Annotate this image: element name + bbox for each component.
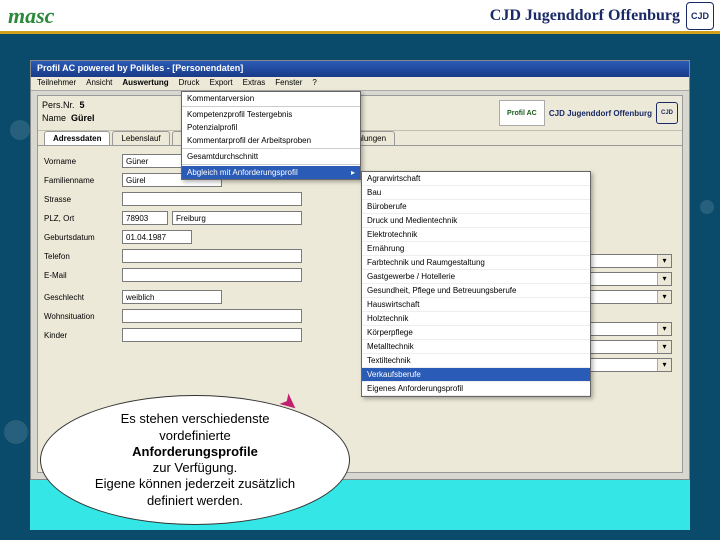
strasse-label: Strasse: [44, 195, 122, 204]
ort-input[interactable]: [172, 211, 302, 225]
telefon-label: Telefon: [44, 252, 122, 261]
submenu-item-verkauf[interactable]: Verkaufsberufe: [362, 368, 590, 382]
submenu-item[interactable]: Druck und Medientechnik: [362, 214, 590, 228]
email-input[interactable]: [122, 268, 302, 282]
submenu-item[interactable]: Gastgewerbe / Hotellerie: [362, 270, 590, 284]
submenu-item[interactable]: Metalltechnik: [362, 340, 590, 354]
menu-ansicht[interactable]: Ansicht: [86, 78, 112, 89]
kinder-label: Kinder: [44, 331, 122, 340]
strasse-input[interactable]: [122, 192, 302, 206]
submenu-item[interactable]: Agrarwirtschaft: [362, 172, 590, 186]
profilac-logo-icon: Profil AC: [499, 100, 545, 126]
cjd-header-text: CJD Jugenddorf Offenburg: [549, 109, 652, 118]
email-label: E-Mail: [44, 271, 122, 280]
wohn-input[interactable]: [122, 309, 302, 323]
chevron-down-icon[interactable]: ▾: [657, 323, 671, 335]
vorname-label: Vorname: [44, 157, 122, 166]
geburt-label: Geburtsdatum: [44, 233, 122, 242]
submenu-item[interactable]: Bau: [362, 186, 590, 200]
submenu-item[interactable]: Büroberufe: [362, 200, 590, 214]
submenu-item[interactable]: Gesundheit, Pflege und Betreuungsberufe: [362, 284, 590, 298]
anforderungsprofil-submenu[interactable]: Agrarwirtschaft Bau Büroberufe Druck und…: [361, 171, 591, 397]
window-titlebar: Profil AC powered by Polikles - [Persone…: [31, 61, 689, 77]
submenu-item[interactable]: Farbtechnik und Raumgestaltung: [362, 256, 590, 270]
familien-label: Familienname: [44, 176, 122, 185]
menubar[interactable]: Teilnehmer Ansicht Auswertung Druck Expo…: [31, 77, 689, 91]
menu-auswertung[interactable]: Auswertung: [122, 78, 168, 89]
tab-lebenslauf[interactable]: Lebenslauf: [112, 131, 169, 145]
submenu-item[interactable]: Hauswirtschaft: [362, 298, 590, 312]
plzort-label: PLZ, Ort: [44, 214, 122, 223]
menu-item[interactable]: Potenzialprofil: [182, 121, 360, 134]
menu-fenster[interactable]: Fenster: [275, 78, 302, 89]
menu-item[interactable]: Gesamtdurchschnitt: [182, 150, 360, 163]
submenu-item[interactable]: Ernährung: [362, 242, 590, 256]
submenu-item[interactable]: Elektrotechnik: [362, 228, 590, 242]
submenu-item[interactable]: Körperpflege: [362, 326, 590, 340]
chevron-right-icon: ▸: [351, 168, 355, 177]
tab-adressdaten[interactable]: Adressdaten: [44, 131, 110, 145]
name-label: Name: [42, 113, 66, 123]
menu-item[interactable]: Kommentarprofil der Arbeitsproben: [182, 134, 360, 147]
persnr-value: 5: [80, 100, 85, 110]
auswertung-menu[interactable]: Kommentarversion Kompetenzprofil Testerg…: [181, 91, 361, 180]
submenu-item[interactable]: Holztechnik: [362, 312, 590, 326]
chevron-down-icon[interactable]: ▾: [657, 359, 671, 371]
callout-bubble: Es stehen verschiedenste vordefinierte A…: [40, 395, 350, 525]
telefon-input[interactable]: [122, 249, 302, 263]
menu-item[interactable]: Kompetenzprofil Testergebnis: [182, 108, 360, 121]
cjd-header-logo-icon: CJD: [656, 102, 678, 124]
menu-export[interactable]: Export: [210, 78, 233, 89]
menu-druck[interactable]: Druck: [179, 78, 200, 89]
chevron-down-icon[interactable]: ▾: [657, 291, 671, 303]
chevron-down-icon[interactable]: ▾: [657, 273, 671, 285]
chevron-down-icon[interactable]: ▾: [657, 341, 671, 353]
name-value: Gürel: [71, 113, 95, 123]
menu-item[interactable]: Kommentarversion: [182, 92, 360, 105]
submenu-item[interactable]: Eigenes Anforderungsprofil: [362, 382, 590, 396]
callout-bold: Anforderungsprofile: [132, 444, 258, 459]
wohn-label: Wohnsituation: [44, 312, 122, 321]
chevron-down-icon[interactable]: ▾: [657, 255, 671, 267]
persnr-label: Pers.Nr.: [42, 100, 75, 110]
geburt-input[interactable]: [122, 230, 192, 244]
submenu-item[interactable]: Textiltechnik: [362, 354, 590, 368]
gesch-label: Geschlecht: [44, 293, 122, 302]
kinder-input[interactable]: [122, 328, 302, 342]
menu-help[interactable]: ?: [312, 78, 316, 89]
menu-item-abgleich[interactable]: Abgleich mit Anforderungsprofil▸: [182, 166, 360, 179]
gesch-input[interactable]: [122, 290, 222, 304]
menu-teilnehmer[interactable]: Teilnehmer: [37, 78, 76, 89]
plz-input[interactable]: [122, 211, 168, 225]
menu-extras[interactable]: Extras: [243, 78, 266, 89]
